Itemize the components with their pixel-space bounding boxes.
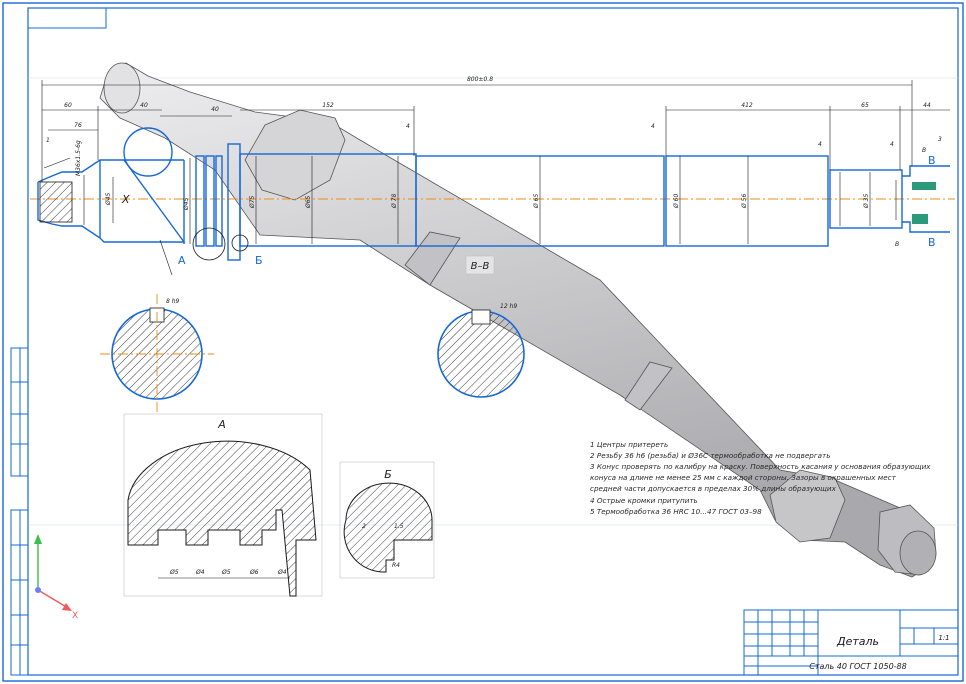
dim-key2: 12 h9 xyxy=(500,303,517,310)
dim-dia5: Ø 78 xyxy=(391,194,398,209)
dim-a1: Ø5 xyxy=(169,569,179,576)
dim-4b: 4 xyxy=(651,123,655,130)
dim-44: 44 xyxy=(923,102,931,109)
dim-60: 60 xyxy=(64,102,72,109)
label-view-v-bottom: В xyxy=(928,236,936,249)
note-line-7: 5 Термообработка 36 НRС 10...47 ГОСТ 03–… xyxy=(590,507,762,516)
note-line-6: 4 Острые кромки притупить xyxy=(590,496,698,505)
dim-b3: R4 xyxy=(392,562,400,569)
dim-key1: 8 h9 xyxy=(166,298,180,305)
dim-dia2: Ø45 xyxy=(183,197,190,211)
dim-dia4: Ø65 xyxy=(305,195,312,209)
dim-a5: Ø4 xyxy=(277,569,287,576)
note-line-5: средней части допускается в пределах 30%… xyxy=(590,484,837,493)
cad-drawing-sheet: 800±0.8 60 40 40 152 412 65 44 76 4 4 4 … xyxy=(2,2,964,682)
dim-40a: 40 xyxy=(140,102,148,109)
dim-a4: Ø6 xyxy=(249,569,259,576)
label-view-a: А xyxy=(178,254,186,267)
dim-vlabel1: В xyxy=(922,147,926,154)
dim-a3: Ø5 xyxy=(221,569,231,576)
dim-a2: Ø4 xyxy=(195,569,205,576)
dim-dia3: Ø75 xyxy=(249,195,256,209)
title-block-scale: 1:1 xyxy=(938,634,949,642)
dim-76: 76 xyxy=(74,122,82,129)
coordinate-triad: X xyxy=(34,534,78,621)
detail-b-title: Б xyxy=(384,468,392,481)
dim-overall: 800±0.8 xyxy=(467,76,493,83)
label-section-vv: В–В xyxy=(471,261,490,272)
dim-dia6: Ø 65 xyxy=(533,194,540,209)
dim-dia8: Ø 56 xyxy=(741,194,748,209)
dim-3: 3 xyxy=(938,136,942,143)
dim-1: 1 xyxy=(46,137,50,144)
dim-4a: 4 xyxy=(406,123,410,130)
dim-thread: M36x1.5-6g xyxy=(75,140,82,176)
triad-x-label: X xyxy=(72,611,78,621)
note-line-1: 1 Центры притереть xyxy=(590,440,668,449)
note-line-3: 3 Конус проверять по калибру на краску. … xyxy=(590,462,931,471)
dim-40b: 40 xyxy=(211,106,219,113)
label-view-b: Б xyxy=(255,254,263,267)
cross-section-left: 8 h9 xyxy=(100,294,214,412)
dim-vlabel2: В xyxy=(895,241,899,248)
left-stamp-strips xyxy=(10,347,29,676)
dim-dia7: Ø 60 xyxy=(673,194,680,209)
dim-b1: 2 xyxy=(362,523,366,530)
title-block-material: Сталь 40 ГОСТ 1050-88 xyxy=(809,662,906,671)
dim-b2: 1.5 xyxy=(394,523,404,530)
dim-152: 152 xyxy=(322,102,334,109)
detail-a-view: А Ø5 Ø4 Ø5 Ø6 Ø4 xyxy=(123,413,323,597)
title-block-part-name: Деталь xyxy=(836,635,879,648)
detail-a-title: А xyxy=(217,418,226,431)
dim-dia1: Ø45 xyxy=(105,192,112,206)
label-view-v-top: В xyxy=(928,154,936,167)
title-block: Деталь Сталь 40 ГОСТ 1050-88 1:1 xyxy=(743,609,959,676)
note-line-2: 2 Резьбу 36 h6 (резьба) и Ø36С термообра… xyxy=(590,451,830,460)
label-x-marker: X xyxy=(121,193,130,206)
dim-65: 65 xyxy=(861,102,869,109)
dim-4d: 4 xyxy=(890,141,894,148)
detail-b-view: Б 2 1.5 R4 xyxy=(339,461,435,579)
dim-4c: 4 xyxy=(818,141,822,148)
note-line-4: конуса на длине не менее 25 мм с каждой … xyxy=(590,473,897,482)
dim-412: 412 xyxy=(741,102,753,109)
dim-dia9: Ø 35 xyxy=(863,194,870,209)
